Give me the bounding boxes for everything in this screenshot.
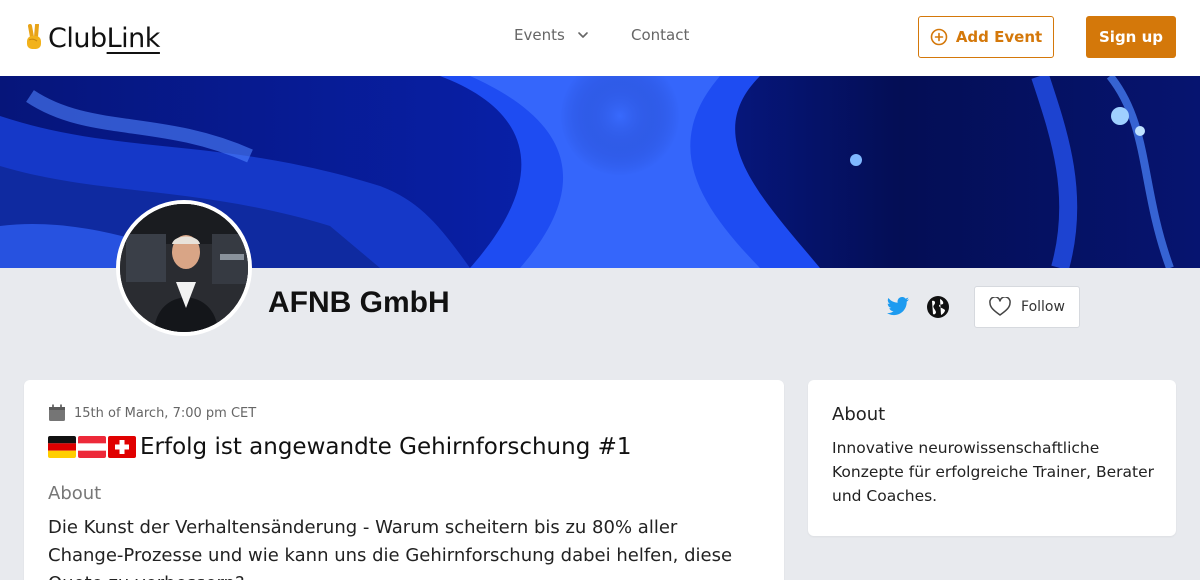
plus-circle-icon (930, 28, 948, 46)
nav-events-dropdown[interactable]: Events (514, 26, 589, 44)
chevron-down-icon (577, 32, 588, 38)
event-title: Erfolg ist angewandte Gehirnforschung #1 (140, 434, 632, 460)
nav-events-label: Events (514, 26, 565, 44)
switzerland-flag-icon (108, 436, 136, 458)
logo-text-club: Club (48, 22, 107, 54)
website-globe-icon[interactable] (926, 295, 950, 319)
event-date-row: 15th of March, 7:00 pm CET (48, 404, 256, 422)
clublink-logo[interactable]: Club Link (24, 18, 160, 58)
event-title-row[interactable]: Erfolg ist angewandte Gehirnforschung #1 (48, 434, 632, 460)
organizer-name: AFNB GmbH (268, 286, 450, 319)
organizer-photo (120, 204, 248, 332)
austria-flag-icon (78, 436, 106, 458)
logo-text-link: Link (106, 22, 161, 54)
victory-hand-icon (27, 24, 41, 49)
add-event-label: Add Event (955, 28, 1043, 46)
organizer-avatar (116, 200, 252, 336)
top-navbar: Club Link Events Contact Add Event Sign u… (0, 0, 1200, 76)
twitter-icon[interactable] (886, 296, 910, 318)
organizer-about-text: Innovative neurowissenschaftliche Konzep… (832, 439, 1154, 505)
event-about-heading: About (48, 483, 102, 504)
calendar-icon (49, 404, 65, 421)
organizer-about-heading: About (832, 404, 886, 425)
event-card[interactable]: 15th of March, 7:00 pm CET Erfolg ist an… (24, 380, 784, 580)
heart-icon (989, 297, 1011, 316)
event-date: 15th of March, 7:00 pm CET (74, 405, 257, 421)
event-about-text: Die Kunst der Verhaltensänderung - Warum… (48, 517, 733, 580)
nav-contact-link[interactable]: Contact (631, 26, 689, 44)
follow-label: Follow (1021, 299, 1065, 315)
organizer-about-card: About Innovative neurowissenschaftliche … (808, 380, 1176, 536)
germany-flag-icon (48, 436, 76, 458)
follow-button[interactable]: Follow (974, 286, 1080, 328)
sign-up-button[interactable]: Sign up (1086, 16, 1176, 58)
add-event-button[interactable]: Add Event (918, 16, 1054, 58)
